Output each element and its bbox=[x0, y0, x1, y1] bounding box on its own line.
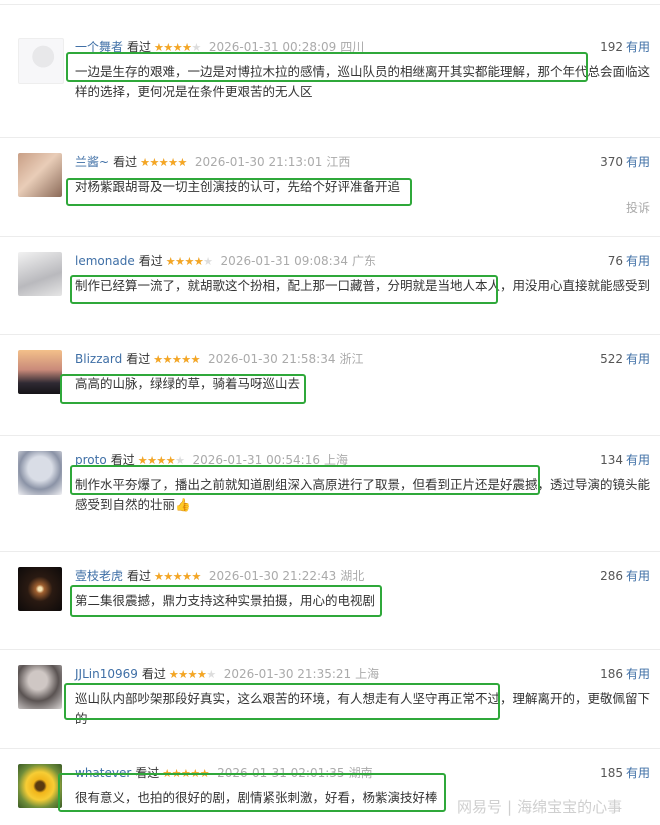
rating-stars: ★★★★★★★★★★ bbox=[154, 570, 201, 583]
useful-votes: 185 有用 bbox=[600, 764, 650, 782]
review-time: 2026-01-30 21:22:43 bbox=[208, 569, 337, 583]
highlight-box bbox=[58, 773, 446, 812]
watched-label: 看过 bbox=[138, 254, 163, 268]
avatar[interactable] bbox=[18, 153, 62, 197]
avatar[interactable] bbox=[18, 567, 62, 611]
useful-votes: 370 有用 bbox=[600, 153, 650, 171]
avatar[interactable] bbox=[18, 665, 62, 709]
useful-button[interactable]: 有用 bbox=[626, 352, 650, 366]
rating-stars: ★★★★★★★★★★ bbox=[165, 255, 213, 268]
vote-count: 286 bbox=[600, 569, 623, 583]
review-divider bbox=[0, 137, 660, 138]
rating-stars: ★★★★★★★★★★ bbox=[153, 353, 201, 366]
highlight-box bbox=[70, 585, 382, 617]
vote-count: 186 bbox=[600, 667, 623, 681]
review-divider bbox=[0, 435, 660, 436]
avatar[interactable] bbox=[18, 764, 62, 808]
highlight-box bbox=[64, 683, 500, 720]
review-location: 湖北 bbox=[340, 569, 365, 583]
report-button[interactable]: 投诉 bbox=[626, 199, 650, 216]
review-meta: JJLin10969看过★★★★★★★★★★ 2026-01-30 21:35:2… bbox=[75, 665, 379, 683]
watched-label: 看过 bbox=[127, 569, 152, 583]
rating-stars: ★★★★★★★★★★ bbox=[140, 156, 187, 169]
highlight-box bbox=[70, 275, 498, 304]
review-location: 广东 bbox=[352, 254, 377, 268]
avatar[interactable] bbox=[18, 38, 64, 84]
review-meta: 壹枝老虎 看过 ★★★★★ ★★★★★ 2026-01-30 21:22:43 湖北 bbox=[75, 567, 364, 585]
useful-button[interactable]: 有用 bbox=[626, 766, 650, 780]
watched-label: 看过 bbox=[126, 352, 151, 366]
review-time: 2026-01-30 21:13:01 bbox=[194, 155, 323, 169]
highlight-box bbox=[70, 465, 540, 495]
review-divider bbox=[0, 236, 660, 237]
avatar[interactable] bbox=[18, 350, 62, 394]
highlight-box bbox=[60, 374, 306, 404]
username-link[interactable]: lemonade bbox=[75, 254, 135, 268]
rating-stars: ★★★★★★★★★★ bbox=[168, 668, 216, 681]
useful-votes: 286 有用 bbox=[600, 567, 650, 585]
review-meta: lemonade看过★★★★★★★★★★ 2026-01-31 09:08:34 广… bbox=[75, 252, 376, 270]
watermark-brand: 网易号 bbox=[457, 798, 503, 816]
useful-votes: 186 有用 bbox=[600, 665, 650, 683]
vote-count: 370 bbox=[600, 155, 623, 169]
useful-votes: 522 有用 bbox=[600, 350, 650, 368]
useful-votes: 134 有用 bbox=[600, 451, 650, 469]
useful-votes: 192 有用 bbox=[600, 38, 650, 56]
watched-label: 看过 bbox=[113, 155, 138, 169]
review-location: 浙江 bbox=[339, 352, 364, 366]
highlight-box bbox=[66, 178, 412, 206]
review-divider bbox=[0, 334, 660, 335]
review-time: 2026-01-30 21:35:21 bbox=[223, 667, 352, 681]
avatar[interactable] bbox=[18, 451, 62, 495]
username-link[interactable]: JJLin10969 bbox=[75, 667, 138, 681]
useful-button[interactable]: 有用 bbox=[626, 569, 650, 583]
vote-count: 76 bbox=[607, 254, 623, 268]
review-divider bbox=[0, 748, 660, 749]
useful-button[interactable]: 有用 bbox=[626, 254, 650, 268]
highlight-box bbox=[66, 52, 588, 82]
useful-button[interactable]: 有用 bbox=[626, 155, 650, 169]
review-divider bbox=[0, 649, 660, 650]
watermark-author: 海绵宝宝的心事 bbox=[517, 798, 623, 816]
useful-button[interactable]: 有用 bbox=[626, 40, 650, 54]
username-link[interactable]: 兰酱~ bbox=[75, 155, 109, 169]
avatar[interactable] bbox=[18, 252, 62, 296]
username-link[interactable]: 壹枝老虎 bbox=[75, 569, 123, 583]
review-meta: 兰酱~ 看过 ★★★★★ ★★★★★ 2026-01-30 21:13:01 江西 bbox=[75, 153, 350, 171]
useful-button[interactable]: 有用 bbox=[626, 667, 650, 681]
review-location: 江西 bbox=[326, 155, 351, 169]
review-time: 2026-01-31 09:08:34 bbox=[220, 254, 348, 268]
watched-label: 看过 bbox=[141, 667, 166, 681]
useful-button[interactable]: 有用 bbox=[626, 453, 650, 467]
review-time: 2026-01-30 21:58:34 bbox=[208, 352, 336, 366]
review-location: 上海 bbox=[355, 667, 380, 681]
vote-count: 134 bbox=[600, 453, 623, 467]
vote-count: 522 bbox=[600, 352, 623, 366]
vote-count: 192 bbox=[600, 40, 623, 54]
useful-votes: 76 有用 bbox=[608, 252, 650, 270]
review-divider bbox=[0, 551, 660, 552]
vote-count: 185 bbox=[600, 766, 623, 780]
watermark: 网易号 | 海绵宝宝的心事 bbox=[457, 798, 623, 816]
top-divider bbox=[0, 4, 660, 5]
review-meta: Blizzard 看过 ★★★★★ ★★★★★ 2026-01-30 21:58:34 浙… bbox=[75, 350, 364, 368]
username-link[interactable]: Blizzard bbox=[75, 352, 122, 366]
